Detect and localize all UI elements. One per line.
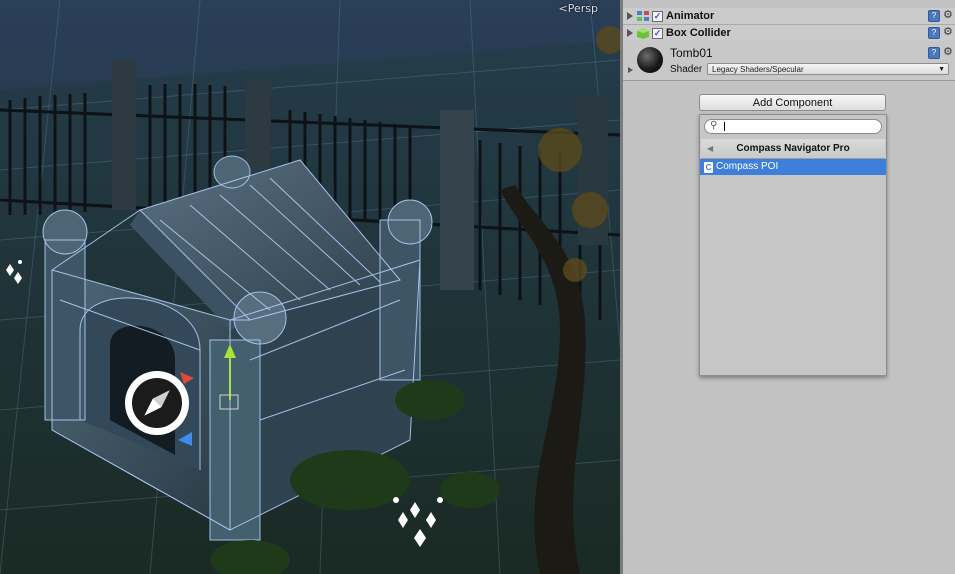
dropdown-arrow-icon: ▼	[938, 66, 945, 73]
material-section: Tomb01 Shader Legacy Shaders/Specular ▼ …	[623, 41, 955, 81]
gear-icon[interactable]: ⚙	[943, 47, 953, 58]
gear-icon[interactable]: ⚙	[943, 10, 953, 21]
component-row-box-collider[interactable]: ✓ Box Collider ? ⚙	[623, 25, 955, 42]
popup-category-title: Compass Navigator Pro	[736, 143, 850, 154]
box-collider-icon	[637, 27, 649, 39]
component-title: Animator	[666, 10, 715, 22]
popup-category-header[interactable]: ◀ Compass Navigator Pro	[701, 139, 885, 159]
material-name: Tomb01	[670, 46, 713, 60]
component-enabled-checkbox[interactable]: ✓	[652, 27, 663, 39]
gear-icon[interactable]: ⚙	[943, 27, 953, 38]
text-caret	[724, 122, 725, 131]
material-preview-icon	[637, 47, 663, 73]
help-icon[interactable]: ?	[928, 47, 940, 59]
add-component-button[interactable]: Add Component	[699, 94, 886, 111]
expand-arrow-icon[interactable]	[627, 12, 633, 20]
search-input[interactable]	[722, 121, 872, 132]
scene-view-mode-label[interactable]: <Persp	[559, 2, 598, 15]
search-icon: ⚲	[710, 120, 718, 131]
component-enabled-checkbox[interactable]: ✓	[652, 10, 663, 22]
help-icon[interactable]: ?	[928, 27, 940, 39]
compass-poi-gizmo-icon[interactable]	[125, 371, 189, 435]
shader-dropdown-value: Legacy Shaders/Specular	[712, 65, 804, 74]
shader-label: Shader	[670, 64, 703, 75]
popup-item-compass-poi[interactable]: C Compass POI	[700, 159, 886, 175]
help-icon[interactable]: ?	[928, 10, 940, 22]
scene-render	[0, 0, 620, 574]
shader-dropdown[interactable]: Legacy Shaders/Specular ▼	[707, 63, 949, 75]
add-component-popup: ⚲ ◀ Compass Navigator Pro C Compass POI	[699, 114, 887, 376]
component-search-field[interactable]: ⚲	[704, 119, 882, 134]
inspector-panel: ✓ Animator ? ⚙ ✓ Box Collider ? ⚙ Tomb01…	[623, 0, 955, 574]
back-arrow-icon[interactable]: ◀	[707, 139, 713, 158]
scene-view[interactable]: <Persp	[0, 0, 620, 574]
animator-icon	[637, 10, 649, 21]
component-row-animator[interactable]: ✓ Animator ? ⚙	[623, 8, 955, 25]
popup-item-label: Compass POI	[716, 161, 779, 172]
expand-arrow-icon[interactable]	[628, 67, 633, 73]
expand-arrow-icon[interactable]	[627, 29, 633, 37]
component-title: Box Collider	[666, 27, 731, 39]
script-icon: C	[704, 161, 713, 173]
